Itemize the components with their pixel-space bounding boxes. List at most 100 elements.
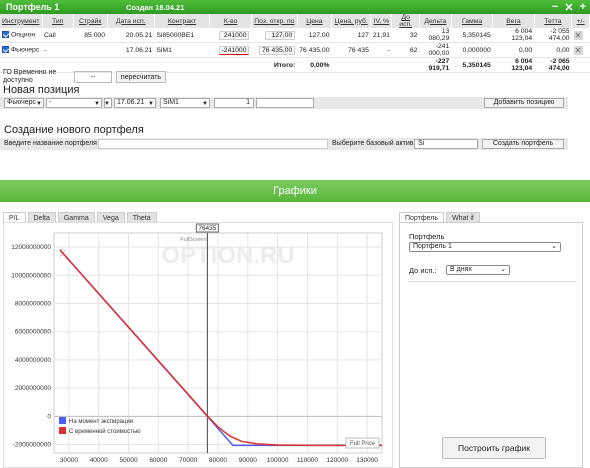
cell-type: Call <box>42 28 74 43</box>
x-tick-label: 40000 <box>90 457 108 464</box>
y-tick-label: 6000000000 <box>15 329 52 336</box>
col-header[interactable]: IV, % <box>370 14 393 28</box>
open-price-input[interactable]: 127,00 <box>265 30 296 40</box>
new-portfolio-title: Создание нового портфеля <box>4 124 144 136</box>
cell-theta: 0,00 <box>534 42 572 58</box>
go-label: ГО Временно не доступно <box>3 69 57 84</box>
delete-row-icon[interactable]: ✕ <box>573 45 583 55</box>
col-header[interactable]: Дата исп. <box>107 14 155 28</box>
qty-input[interactable]: 1 <box>214 98 254 108</box>
strike-select[interactable]: ▼ <box>104 98 112 108</box>
total-vega: 6 004 123,04 <box>492 57 535 73</box>
col-header[interactable]: Поз. откр. по <box>251 14 298 28</box>
cell-price: 127,00 <box>297 28 332 43</box>
y-tick-label: -2000000000 <box>13 442 52 449</box>
portfolio-select[interactable]: Портфель 1 ⌄ <box>409 242 561 252</box>
col-header[interactable]: Цена, руб. <box>331 14 372 28</box>
base-asset-label: Выберите базовый актив <box>332 140 414 147</box>
till-label: До исп.: <box>409 266 437 275</box>
positions-table: Инструмент Тип Страйк Дата исп. Контракт… <box>0 14 590 73</box>
x-tick-label: 50000 <box>120 457 138 464</box>
cell-days: 32 <box>391 28 420 43</box>
type-select[interactable]: - ▼ <box>46 98 102 108</box>
col-header[interactable]: Страйк <box>73 14 108 28</box>
date-select[interactable]: 17.06.21 ▼ <box>114 98 156 108</box>
add-position-button[interactable]: Добавить позицию <box>484 98 564 108</box>
pl-chart[interactable]: OPTION.RU 30000 40000 50000 60000 70000 80000 9… <box>3 222 393 468</box>
crosshair-label: 76435 <box>198 225 216 232</box>
cell-iv: - <box>370 42 392 58</box>
watermark: OPTION.RU <box>161 242 294 269</box>
row-checkbox[interactable] <box>2 31 9 39</box>
instrument-value: Фьючерс <box>7 99 36 106</box>
col-header[interactable]: Цена <box>297 14 333 28</box>
open-price-input[interactable]: 76 435,00 <box>259 45 296 55</box>
cell-vega: 6 004 123,04 <box>492 28 535 43</box>
date-value: 17.06.21 <box>117 99 145 106</box>
cell-contract: Si85000BE1 <box>154 28 210 43</box>
table-row: Опцион Call 85 000 20.05.21 Si85000BE1 2… <box>0 28 590 43</box>
till-select[interactable]: В днях ⌄ <box>446 265 510 275</box>
build-chart-button[interactable]: Построить график <box>442 437 546 459</box>
total-label: Итого: <box>251 57 298 73</box>
col-header[interactable]: +/- <box>571 14 590 28</box>
y-tick-label: 10000000000 <box>11 272 51 279</box>
col-header[interactable]: Вега <box>492 14 535 28</box>
qty-input[interactable]: -241000 <box>218 45 250 55</box>
x-tick-label: 110000 <box>297 457 319 464</box>
cell-vega: 0,00 <box>492 42 535 58</box>
total-theta: -2 065 474,00 <box>534 57 572 73</box>
row-checkbox[interactable] <box>2 46 9 54</box>
col-header[interactable]: К-во <box>209 14 252 28</box>
total-gamma: 5,350145 <box>451 57 493 73</box>
y-tick-label: 2000000000 <box>15 385 52 392</box>
col-header[interactable]: Инструмент <box>0 14 43 28</box>
total-pct: 0,00% <box>297 57 332 73</box>
create-portfolio-button[interactable]: Создать портфель <box>482 139 564 149</box>
add-icon[interactable]: + <box>580 1 586 13</box>
cell-date: 20.05.21 <box>107 28 155 43</box>
contract-value: SiM1 <box>163 99 179 106</box>
y-tick-label: 8000000000 <box>15 301 52 308</box>
cell-strike <box>73 42 108 58</box>
col-header[interactable]: Гамма <box>451 14 494 28</box>
new-position-row: Фьючерс ▼ - ▼ ▼ 17.06.21 ▼ SiM1 ▼ 1 Добавить… <box>0 97 568 109</box>
portfolio-name-input[interactable] <box>98 139 328 149</box>
x-tick-label: 70000 <box>179 457 197 464</box>
chevron-down-icon: ▼ <box>148 101 154 107</box>
col-header[interactable]: Контракт <box>154 14 211 28</box>
cell-price-rub: 127 <box>331 28 371 43</box>
price-input[interactable] <box>256 98 314 108</box>
new-position-title: Новая позиция <box>3 84 80 96</box>
col-header[interactable]: Дельта <box>419 14 452 28</box>
legend-swatch <box>59 427 66 434</box>
col-header[interactable]: Тетта <box>534 14 573 28</box>
legend-label: С временной стоимостью <box>69 428 141 435</box>
delete-row-icon[interactable]: ✕ <box>573 30 583 40</box>
portfolio-name-label: Введите название портфеля <box>4 140 97 147</box>
x-tick-label: 120000 <box>326 457 348 464</box>
legend-label: На момент экспирации <box>69 419 133 425</box>
cell-gamma: 5,350145 <box>451 28 493 43</box>
till-select-value: В днях <box>450 266 472 273</box>
base-asset-select[interactable]: Si <box>414 139 478 149</box>
minimize-icon[interactable]: − <box>552 1 558 13</box>
portfolio-label: Портфель <box>409 232 445 241</box>
chevron-down-icon: ⌄ <box>500 266 506 273</box>
cell-delta: 13 080,29 <box>419 28 452 43</box>
close-icon[interactable]: ✕ <box>564 1 573 14</box>
contract-select[interactable]: SiM1 ▼ <box>160 98 210 108</box>
graphs-title: Графики <box>0 180 590 202</box>
col-header[interactable]: До исп. <box>391 14 420 28</box>
instrument-select[interactable]: Фьючерс ▼ <box>4 98 44 108</box>
portfolio-title: Портфель 1 <box>6 2 60 12</box>
portfolio-header: Портфель 1 Создан 18.04.21 − ✕ + <box>0 0 590 14</box>
recalc-button[interactable]: пересчитать <box>116 71 166 83</box>
x-tick-label: 60000 <box>149 457 167 464</box>
cell-days: 62 <box>391 42 420 58</box>
col-header[interactable]: Тип <box>42 14 74 28</box>
qty-input[interactable]: 241000 <box>219 30 250 40</box>
pl-chart-svg: OPTION.RU 30000 40000 50000 60000 70000 80000 9… <box>11 223 383 464</box>
x-tick-label: 90000 <box>239 457 257 464</box>
chevron-down-icon: ▼ <box>104 101 110 107</box>
